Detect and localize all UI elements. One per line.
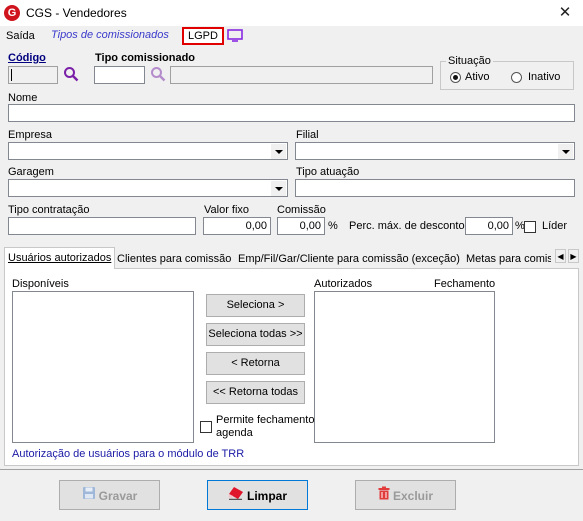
empresa-label: Empresa [8,129,53,141]
tab-clientes-comissao[interactable]: Clientes para comissão [114,249,234,269]
ativo-label: Ativo [465,71,490,83]
filial-label: Filial [296,129,319,141]
garagem-select[interactable] [8,179,288,197]
tipo-comissionado-label: Tipo comissionado [95,52,196,64]
retorna-todas-button[interactable]: << Retorna todas [206,381,305,404]
search-icon[interactable] [63,66,79,82]
tipo-contratacao-input[interactable] [8,217,196,235]
agenda-label: agenda [216,427,253,439]
tipo-comissionado-desc-input [170,66,433,84]
limpar-button[interactable]: Limpar [207,480,308,510]
chevron-down-icon[interactable] [558,144,573,159]
perc-max-desconto-input[interactable]: 0,00 [465,217,513,235]
tab-scroll-left-icon[interactable]: ◀ [555,249,566,263]
tipo-comissionado-code-input[interactable] [94,66,145,84]
footer-divider [0,469,583,470]
retorna-button[interactable]: < Retorna [206,352,305,375]
lider-label: Líder [542,220,568,232]
valor-fixo-label: Valor fixo [204,204,250,216]
perc-max-desconto-label: Perc. máx. de desconto [349,220,465,232]
tab-metas-comissao[interactable]: Metas para comiss [463,249,551,269]
inativo-label: Inativo [528,71,561,83]
footer-note: Autorização de usuários para o módulo de… [12,448,245,460]
tab-usuarios-autorizados[interactable]: Usuários autorizados [4,247,116,269]
menu-tipos-comissionados[interactable]: Tipos de comissionados [51,29,169,41]
search-icon[interactable] [150,66,166,82]
tipo-atuacao-label: Tipo atuação [296,166,360,178]
lider-checkbox[interactable] [524,221,536,233]
nome-input[interactable] [8,104,575,122]
tipo-contratacao-label: Tipo contratação [8,204,90,216]
menu-saida[interactable]: Saída [6,30,35,42]
autorizados-label: Autorizados [314,278,373,290]
filial-select[interactable] [295,142,575,160]
empresa-select[interactable] [8,142,288,160]
tab-scroll-right-icon[interactable]: ▶ [568,249,579,263]
nome-label: Nome [8,92,38,104]
valor-fixo-input[interactable]: 0,00 [203,217,271,235]
chevron-down-icon[interactable] [271,144,286,159]
gravar-button: Gravar [59,480,160,510]
tipo-atuacao-input[interactable] [295,179,575,197]
codigo-input[interactable] [8,66,58,84]
monitor-icon[interactable] [227,29,243,42]
seleciona-todas-button[interactable]: Seleciona todas >> [206,323,305,346]
disponiveis-list[interactable] [12,291,194,443]
close-icon[interactable]: ✕ [553,3,577,21]
menu-lgpd[interactable]: LGPD [182,27,224,45]
permite-fechamento-checkbox[interactable] [200,421,212,433]
disponiveis-label: Disponíveis [12,278,69,290]
trash-icon [378,482,390,510]
codigo-label: Código [8,52,46,64]
situacao-label: Situação [446,55,493,67]
radio-ativo[interactable] [450,72,461,83]
seleciona-button[interactable]: Seleciona > [206,294,305,317]
comissao-percent-label: % [328,220,338,232]
garagem-label: Garagem [8,166,54,178]
tab-excecao[interactable]: Emp/Fil/Gar/Cliente para comissão (exceç… [235,249,463,269]
eraser-icon [228,482,244,510]
fechamento-label: Fechamento [434,278,496,290]
comissao-input[interactable]: 0,00 [277,217,325,235]
floppy-disk-icon [82,482,96,510]
permite-fechamento-label: Permite fechamento [216,414,315,426]
autorizados-list[interactable] [314,291,495,443]
app-logo-icon: G [4,5,20,21]
window-title: CGS - Vendedores [26,6,127,20]
chevron-down-icon[interactable] [271,181,286,196]
comissao-label: Comissão [277,204,326,216]
radio-inativo[interactable] [511,72,522,83]
excluir-button: Excluir [355,480,456,510]
